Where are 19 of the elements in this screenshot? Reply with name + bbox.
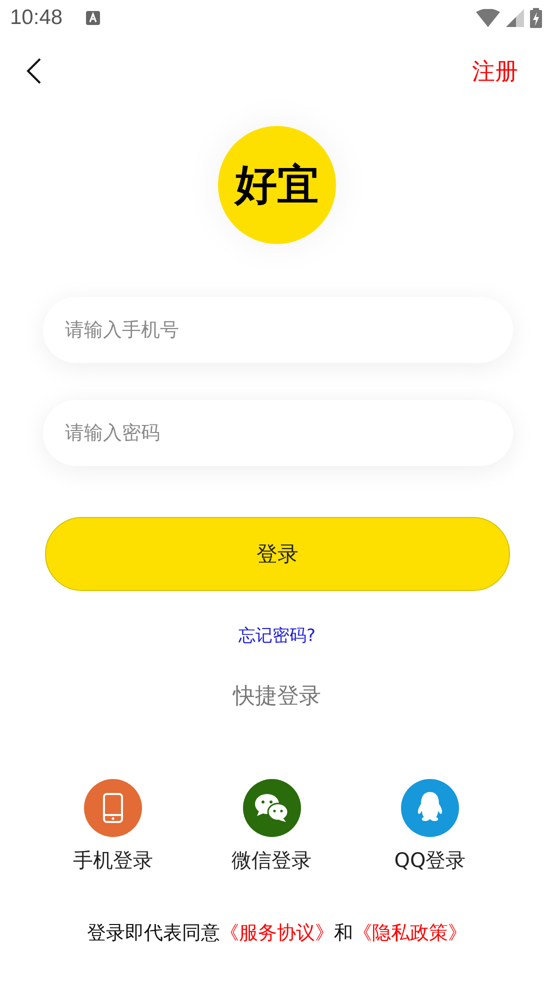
battery-charging-icon [530,8,542,28]
quick-login-option[interactable]: 微信登录 [214,779,330,874]
quick-login-option[interactable]: 手机登录 [55,779,171,874]
wifi-icon [476,9,500,27]
register-link[interactable]: 注册 [472,56,518,86]
login-button[interactable]: 登录 [45,517,510,591]
input-field[interactable]: 请输入密码 [43,400,513,466]
keyboard-notification-icon [84,10,101,26]
privacy-policy-link[interactable]: 《隐私政策》 [353,922,467,944]
quick-login-option[interactable]: QQ登录 [372,779,488,874]
back-icon[interactable] [26,57,42,85]
quick-login-title: 快捷登录 [233,683,321,711]
status-time: 10:48 [10,6,63,30]
app-logo: 好宜 [218,126,336,244]
agreement-text: 登录即代表同意《服务协议》和《隐私政策》 [87,921,467,946]
signal-icon [506,9,524,27]
input-field[interactable]: 请输入手机号 [43,297,513,363]
forgot-password-link[interactable]: 忘记密码? [238,624,316,647]
service-agreement-link[interactable]: 《服务协议》 [220,922,334,944]
